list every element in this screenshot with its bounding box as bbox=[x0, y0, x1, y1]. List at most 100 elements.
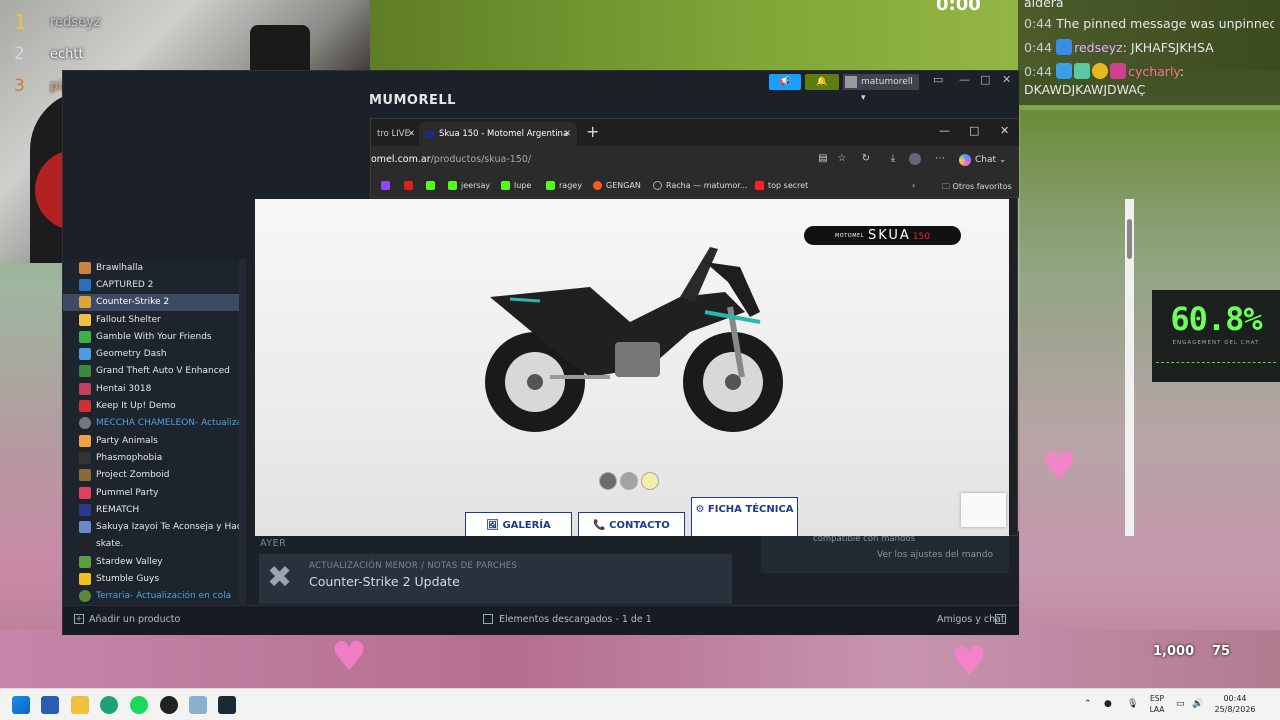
profile-icon[interactable] bbox=[909, 153, 921, 165]
favorite-racha[interactable]: Racha — matumor... bbox=[653, 181, 748, 190]
spec-sheet-button[interactable]: ⚙ FICHA TÉCNICA bbox=[691, 497, 798, 536]
contact-label: CONTACTO bbox=[609, 520, 670, 531]
library-item[interactable]: Brawlhalla bbox=[63, 259, 239, 276]
library-item[interactable]: Hentai 3018 bbox=[63, 380, 239, 397]
color-swatch-cream[interactable] bbox=[641, 472, 659, 490]
library-item[interactable]: Terraria - Actualización en cola bbox=[63, 588, 239, 605]
notifications-button[interactable]: 🔔 bbox=[805, 74, 839, 90]
chevron-up-icon[interactable]: ⌃ bbox=[1084, 699, 1092, 709]
favorite-ragey[interactable]: ragey bbox=[546, 181, 582, 190]
gallery-button[interactable]: 🖼 GALERÍA bbox=[465, 512, 572, 536]
library-item[interactable]: Pummel Party bbox=[63, 484, 239, 501]
library-item[interactable]: Fallout Shelter bbox=[63, 311, 239, 328]
game-icon bbox=[79, 400, 91, 413]
network-icon[interactable]: ▭ bbox=[1176, 699, 1185, 709]
favorite-kick[interactable] bbox=[426, 181, 439, 190]
library-item[interactable]: CAPTURED 2 bbox=[63, 276, 239, 293]
file-explorer-icon[interactable] bbox=[71, 696, 89, 714]
chevron-right-icon[interactable]: › bbox=[912, 181, 915, 190]
contact-button[interactable]: 📞 CONTACTO bbox=[578, 512, 685, 536]
game-background-bottom bbox=[0, 630, 1280, 688]
account-menu[interactable]: matumorell ▾ bbox=[843, 74, 919, 103]
library-item[interactable]: Sakuya Izayoi Te Aconseja y Hace t bbox=[63, 518, 239, 535]
tab-previous[interactable]: tro LIVE ✕ bbox=[371, 122, 419, 146]
recaptcha-badge[interactable] bbox=[961, 493, 1006, 527]
library-item[interactable]: skate. bbox=[63, 536, 239, 553]
microphone-icon[interactable]: 🎙 bbox=[1127, 699, 1138, 709]
obs-icon[interactable] bbox=[160, 696, 178, 714]
page-scrollbar[interactable] bbox=[1125, 199, 1134, 536]
refresh-icon[interactable]: ↻ bbox=[860, 153, 872, 165]
favorite-label: lupe bbox=[514, 181, 532, 190]
new-tab-button[interactable]: + bbox=[586, 122, 599, 142]
volume-icon[interactable]: 🔊 bbox=[1192, 699, 1203, 709]
reader-icon[interactable]: ▤ bbox=[817, 153, 829, 165]
edge-icon[interactable] bbox=[100, 696, 118, 714]
tab-active[interactable]: Skua 150 - Motomel Argentina ✕ bbox=[419, 122, 577, 146]
maximize-button[interactable]: □ bbox=[980, 73, 990, 86]
game-icon bbox=[79, 486, 91, 499]
url-field[interactable]: omel.com.ar/productos/skua-150/ bbox=[371, 154, 531, 165]
skua-logo: MOTOMEL SKUA 150 bbox=[804, 226, 961, 245]
library-item[interactable]: Party Animals bbox=[63, 432, 239, 449]
controller-settings-link[interactable]: Ver los ajustes del mando bbox=[877, 550, 993, 560]
other-favorites-folder[interactable]: 🗀 Otros favoritos bbox=[942, 181, 1012, 195]
big-picture-icon[interactable]: ▭ bbox=[933, 73, 943, 86]
color-swatch-dark-gray[interactable] bbox=[599, 472, 617, 490]
heart-icon: ♥ bbox=[1041, 444, 1077, 490]
update-card[interactable]: ✖ ACTUALIZACIÓN MENOR / NOTAS DE PARCHES… bbox=[259, 554, 732, 604]
chat-icon[interactable] bbox=[995, 614, 1006, 624]
close-tab-icon[interactable]: ✕ bbox=[564, 122, 571, 146]
library-item[interactable]: Stumble Guys bbox=[63, 570, 239, 587]
favorite-gengan[interactable]: GENGAN bbox=[593, 181, 641, 190]
favorite-lupe[interactable]: lupe bbox=[501, 181, 531, 190]
library-item[interactable]: Stardew Valley bbox=[63, 553, 239, 570]
maximize-button[interactable]: □ bbox=[969, 124, 979, 137]
game-icon bbox=[79, 590, 91, 603]
steam-icon[interactable] bbox=[218, 696, 236, 714]
favorite-top-secret[interactable]: top secret bbox=[755, 181, 808, 190]
library-item[interactable]: Project Zomboid bbox=[63, 467, 239, 484]
library-item-selected[interactable]: Counter-Strike 2 bbox=[63, 293, 239, 311]
minimize-button[interactable]: — bbox=[939, 124, 950, 137]
tray-app-icon[interactable]: ● bbox=[1104, 699, 1112, 709]
library-item[interactable]: Geometry Dash bbox=[63, 345, 239, 362]
download-icon[interactable]: ⤓ bbox=[887, 153, 899, 165]
more-icon[interactable]: ⋯ bbox=[934, 153, 946, 165]
download-icon[interactable] bbox=[483, 614, 493, 624]
game-icon bbox=[79, 313, 91, 326]
game-name: Sakuya Izayoi Te Aconseja y Hace t bbox=[96, 522, 239, 533]
add-product-button[interactable]: Añadir un producto bbox=[89, 614, 180, 625]
announcements-button[interactable]: 📢 bbox=[769, 74, 801, 90]
color-swatch-gray[interactable] bbox=[620, 472, 638, 490]
close-button[interactable]: ✕ bbox=[1002, 73, 1011, 86]
favorite-star-icon[interactable]: ☆ bbox=[836, 153, 848, 165]
library-item[interactable]: Gamble With Your Friends bbox=[63, 328, 239, 345]
library-item[interactable]: REMATCH bbox=[63, 501, 239, 518]
game-name: Phasmophobia bbox=[96, 452, 163, 463]
language-indicator[interactable]: ESP LAA bbox=[1148, 693, 1166, 715]
copilot-button[interactable]: Chat ⌄ bbox=[959, 152, 1014, 168]
downloads-status[interactable]: Elementos descargados - 1 de 1 bbox=[499, 614, 652, 625]
library-item[interactable]: MECCHA CHAMELEON - Actualizac bbox=[63, 415, 239, 432]
favorite-red[interactable] bbox=[404, 181, 417, 190]
library-item[interactable]: Phasmophobia bbox=[63, 449, 239, 466]
app-icon[interactable] bbox=[189, 696, 207, 714]
favorite-jeersay[interactable]: jeersay bbox=[448, 181, 490, 190]
close-button[interactable]: ✕ bbox=[1000, 124, 1009, 137]
close-tab-icon[interactable]: ✕ bbox=[408, 122, 415, 146]
library-item[interactable]: Grand Theft Auto V Enhanced bbox=[63, 363, 239, 380]
store-icon[interactable] bbox=[41, 696, 59, 714]
stream-chat: aldera 0:44 The pinned message was unpinn… bbox=[1018, 0, 1280, 105]
leaderboard-name: echtt bbox=[50, 46, 84, 62]
windows-start-icon[interactable] bbox=[12, 696, 30, 714]
minimize-button[interactable]: — bbox=[959, 73, 970, 86]
library-scrollbar[interactable] bbox=[239, 259, 246, 605]
favorite-twitch[interactable] bbox=[381, 181, 394, 190]
library-item[interactable]: Keep It Up! Demo bbox=[63, 397, 239, 414]
logo-cc: 150 bbox=[912, 232, 931, 242]
scroll-thumb[interactable] bbox=[1127, 219, 1132, 259]
plus-icon[interactable]: + bbox=[74, 614, 84, 624]
system-clock[interactable]: 00:44 25/8/2026 bbox=[1210, 693, 1260, 715]
spotify-icon[interactable] bbox=[130, 696, 148, 714]
